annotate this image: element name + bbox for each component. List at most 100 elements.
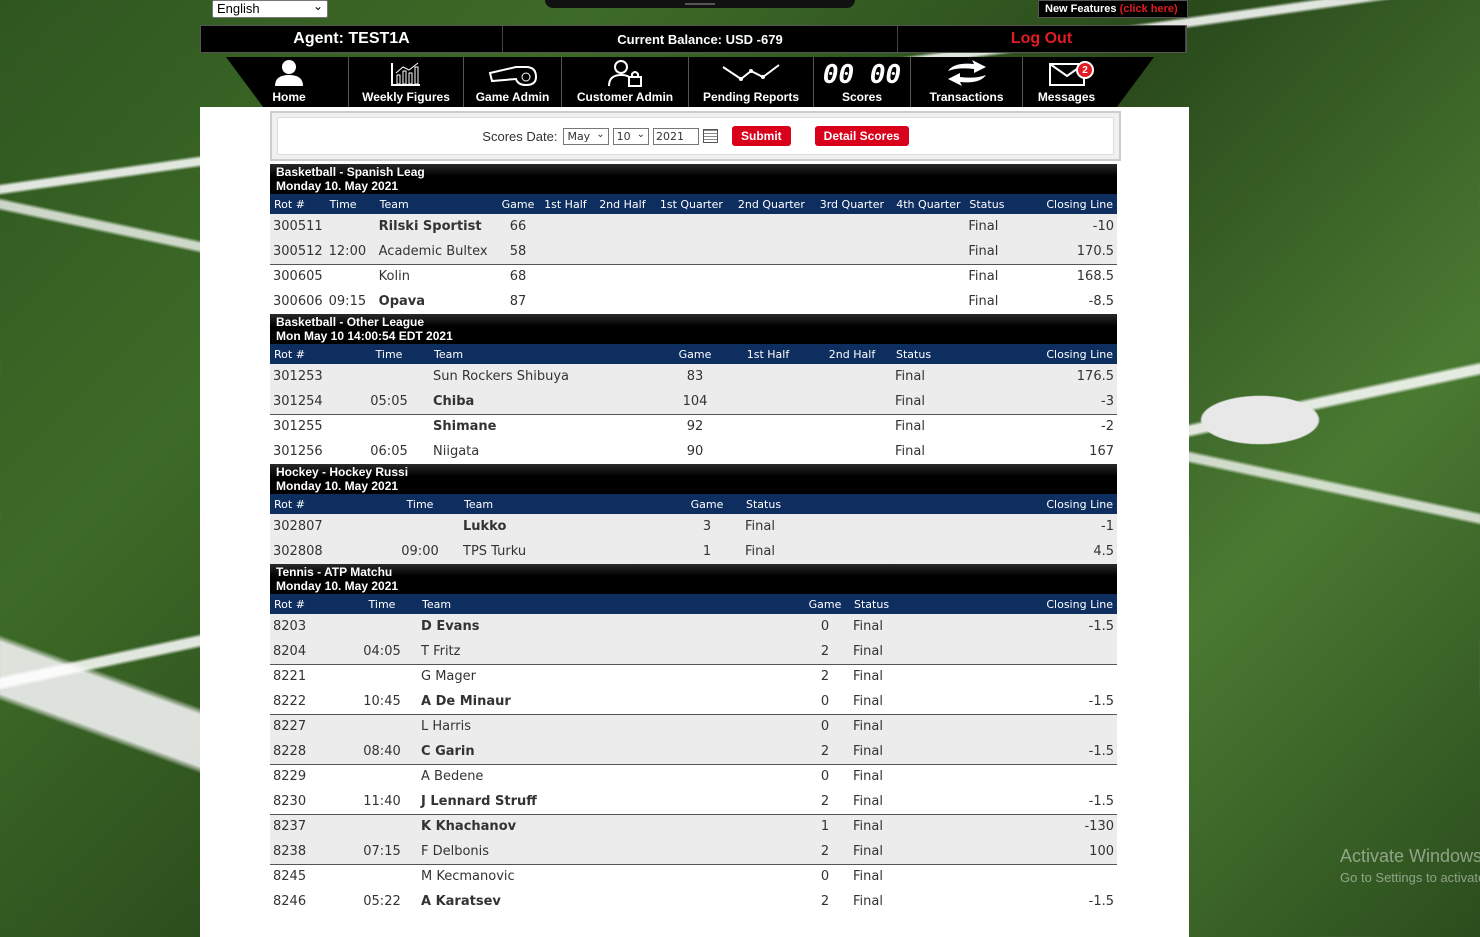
cell-rot: 8245 — [270, 864, 346, 889]
cell-line: -1 — [822, 514, 1117, 539]
cell-rot: 300512 — [270, 239, 326, 265]
cell-game: 1 — [672, 539, 742, 564]
cell-rot: 301256 — [270, 439, 348, 464]
column-header[interactable]: Team — [460, 494, 672, 514]
nav-pending-reports[interactable]: Pending Reports — [688, 57, 813, 107]
column-header[interactable]: Rot # — [270, 494, 380, 514]
column-header[interactable]: Closing Line — [972, 344, 1117, 364]
nav-scores[interactable]: 00 00 Scores — [813, 57, 910, 107]
cell-line: 168.5 — [1027, 264, 1117, 289]
detail-scores-button[interactable]: Detail Scores — [814, 126, 909, 146]
submit-button[interactable]: Submit — [731, 126, 791, 146]
column-header[interactable]: Closing Line — [822, 494, 1117, 514]
column-header[interactable]: Game — [666, 344, 724, 364]
table-row: 8227 L Harris 0 Final — [270, 714, 1117, 739]
scores-date-panel: Scores Date: May 10 2021 Submit Detail S… — [270, 111, 1121, 161]
new-features-link[interactable]: New Features (click here) — [1038, 0, 1188, 18]
cell-rot: 302808 — [270, 539, 380, 564]
new-features-click[interactable]: (click here) — [1120, 3, 1178, 15]
cell-rot: 302807 — [270, 514, 380, 539]
table-row: 8230 11:40 J Lennard Struff 2 Final -1.5 — [270, 789, 1117, 815]
whistle-icon — [488, 66, 537, 87]
cell-empty — [730, 289, 813, 314]
table-row: 8229 A Bedene 0 Final — [270, 764, 1117, 789]
month-select[interactable]: May — [563, 127, 609, 145]
column-header[interactable]: Rot # — [270, 194, 326, 214]
cell-status: Final — [850, 739, 914, 765]
column-header[interactable]: Game — [497, 194, 539, 214]
cell-time — [325, 264, 376, 289]
column-header[interactable]: Rot # — [270, 594, 346, 614]
cell-game: 2 — [800, 664, 850, 689]
column-header[interactable]: Team — [418, 594, 800, 614]
column-header[interactable]: Time — [346, 594, 418, 614]
column-header[interactable]: Closing Line — [1027, 194, 1117, 214]
cell-rot: 301254 — [270, 389, 348, 415]
column-header[interactable]: 3rd Quarter — [812, 194, 892, 214]
column-header[interactable]: Rot # — [270, 344, 348, 364]
calendar-icon[interactable] — [702, 129, 718, 143]
nav-customer-admin[interactable]: Customer Admin — [561, 57, 688, 107]
column-header[interactable]: Status — [742, 494, 822, 514]
cell-rot: 8204 — [270, 639, 346, 665]
cell-empty — [538, 264, 593, 289]
user-icon — [275, 60, 303, 86]
scores-table: Rot # Time Team Game 1st Half 2nd Half 1st Qua… — [270, 194, 1117, 314]
column-header[interactable]: 1st Quarter — [652, 194, 731, 214]
column-header[interactable]: Status — [965, 194, 1028, 214]
nav-messages[interactable]: 2 Messages — [1022, 57, 1110, 107]
column-header[interactable]: 4th Quarter — [891, 194, 966, 214]
cell-empty — [812, 264, 892, 289]
cell-line: 176.5 — [972, 364, 1117, 389]
column-header[interactable]: Status — [892, 344, 972, 364]
nav-customer-admin-label: Customer Admin — [576, 90, 674, 104]
column-header[interactable]: 1st Half — [538, 194, 593, 214]
cell-line: -1.5 — [914, 689, 1117, 715]
nav-weekly-label: Weekly Figures — [362, 90, 450, 104]
year-input[interactable]: 2021 — [652, 127, 699, 145]
language-select[interactable]: English — [212, 0, 328, 18]
logout-button[interactable]: Log Out — [898, 26, 1186, 52]
cell-rot: 8203 — [270, 614, 346, 639]
cell-game: 0 — [800, 714, 850, 739]
column-header[interactable]: Time — [325, 194, 376, 214]
cell-team: Academic Bultex — [375, 239, 498, 265]
column-header[interactable]: Game — [800, 594, 850, 614]
cell-line: -8.5 — [1027, 289, 1117, 314]
cell-game: 2 — [800, 789, 850, 815]
column-header[interactable]: 1st Half — [724, 344, 812, 364]
cell-empty — [730, 239, 813, 265]
cell-rot: 8246 — [270, 889, 346, 914]
cell-line — [914, 714, 1117, 739]
section-date: Monday 10. May 2021 — [276, 179, 399, 193]
cell-game: 2 — [800, 739, 850, 765]
column-header[interactable]: 2nd Half — [592, 194, 653, 214]
cell-empty — [538, 214, 593, 239]
nav-home[interactable]: Home — [230, 57, 348, 107]
cell-rot: 8228 — [270, 739, 346, 765]
table-row: 301256 06:05 Niigata 90 Final 167 — [270, 439, 1117, 464]
column-header[interactable]: Time — [380, 494, 460, 514]
nav-transactions[interactable]: Transactions — [910, 57, 1022, 107]
column-header[interactable]: 2nd Half — [812, 344, 892, 364]
table-row: 8203 D Evans 0 Final -1.5 — [270, 614, 1117, 639]
top-pull-tab[interactable] — [545, 0, 855, 8]
day-select[interactable]: 10 — [612, 127, 649, 145]
section-header: Tennis - ATP Matchu Monday 10. May 2021 — [270, 564, 1117, 594]
cell-line: 100 — [914, 839, 1117, 865]
column-header[interactable]: Team — [430, 344, 666, 364]
column-header[interactable]: Time — [348, 344, 430, 364]
cell-time: 07:15 — [346, 839, 418, 865]
cell-line — [914, 664, 1117, 689]
cell-game: 66 — [497, 214, 539, 239]
nav-game-admin[interactable]: Game Admin — [463, 57, 561, 107]
cell-rot: 8221 — [270, 664, 346, 689]
column-header[interactable]: Game — [672, 494, 742, 514]
column-header[interactable]: Closing Line — [914, 594, 1117, 614]
column-header[interactable]: Status — [850, 594, 914, 614]
column-header[interactable]: 2nd Quarter — [730, 194, 813, 214]
nav-weekly-figures[interactable]: Weekly Figures — [348, 57, 463, 107]
cell-line — [914, 764, 1117, 789]
scores-date-label: Scores Date: — [482, 128, 558, 144]
column-header[interactable]: Team — [375, 194, 498, 214]
